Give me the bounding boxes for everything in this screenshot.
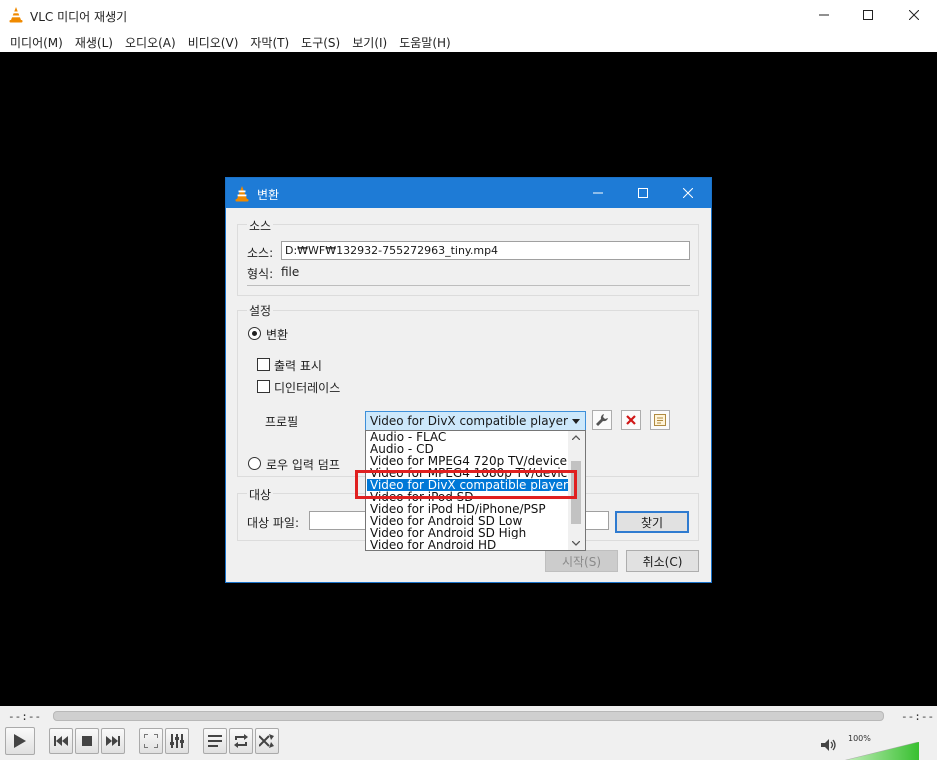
dropdown-item[interactable]: Video for Android SD Low bbox=[367, 515, 568, 527]
loop-button[interactable] bbox=[229, 728, 253, 754]
source-label: 소스: bbox=[247, 246, 274, 260]
browse-button[interactable]: 찾기 bbox=[615, 511, 689, 533]
window-titlebar: VLC 미디어 재생기 bbox=[0, 0, 937, 30]
equalizer-icon bbox=[170, 734, 184, 748]
dialog-close-button[interactable] bbox=[665, 178, 711, 208]
source-group-title: 소스 bbox=[247, 217, 274, 234]
menu-video[interactable]: 비디오(V) bbox=[182, 30, 245, 52]
menu-media[interactable]: 미디어(M) bbox=[4, 30, 69, 52]
menu-playback[interactable]: 재생(L) bbox=[69, 30, 119, 52]
dropdown-item[interactable]: Video for MPEG4 720p TV/device bbox=[367, 455, 568, 467]
extended-settings-button[interactable] bbox=[165, 728, 189, 754]
start-button[interactable]: 시작(S) bbox=[545, 550, 618, 572]
stop-button[interactable] bbox=[75, 728, 99, 754]
dropdown-item[interactable]: Video for Android HD bbox=[367, 539, 568, 551]
volume-slider[interactable] bbox=[843, 742, 919, 760]
destination-group-title: 대상 bbox=[247, 486, 274, 503]
dialog-titlebar: 변환 bbox=[226, 178, 711, 208]
dropdown-item[interactable]: Video for iPod HD/iPhone/PSP bbox=[367, 503, 568, 515]
menubar: 미디어(M) 재생(L) 오디오(A) 비디오(V) 자막(T) 도구(S) 보… bbox=[0, 30, 937, 52]
new-profile-button[interactable] bbox=[650, 410, 670, 430]
maximize-icon bbox=[638, 188, 648, 198]
profile-combobox[interactable]: Video for DivX compatible player bbox=[365, 411, 586, 431]
deinterlace-checkbox[interactable] bbox=[257, 380, 270, 393]
type-label: 형식: bbox=[247, 267, 274, 281]
stop-icon bbox=[82, 736, 92, 746]
window-title: VLC 미디어 재생기 bbox=[30, 10, 128, 24]
seek-slider[interactable] bbox=[53, 711, 884, 721]
shuffle-icon bbox=[259, 734, 274, 748]
show-output-checkbox[interactable] bbox=[257, 358, 270, 371]
raw-dump-label: 로우 입력 덤프 bbox=[266, 458, 340, 472]
new-profile-icon bbox=[654, 414, 666, 426]
menu-audio[interactable]: 오디오(A) bbox=[119, 30, 182, 52]
dialog-title: 변환 bbox=[257, 188, 280, 202]
convert-radio[interactable] bbox=[248, 327, 261, 340]
dropdown-item[interactable]: Video for Android SD High bbox=[367, 527, 568, 539]
close-button[interactable] bbox=[891, 0, 937, 30]
play-icon bbox=[14, 734, 26, 748]
previous-icon bbox=[54, 736, 68, 746]
time-total: --:-- bbox=[901, 710, 935, 723]
chevron-down-icon bbox=[572, 419, 580, 424]
menu-tools[interactable]: 도구(S) bbox=[295, 30, 346, 52]
cancel-button[interactable]: 취소(C) bbox=[626, 550, 699, 572]
settings-group-title: 설정 bbox=[247, 302, 274, 319]
next-button[interactable] bbox=[101, 728, 125, 754]
play-button[interactable] bbox=[5, 727, 35, 755]
fullscreen-icon bbox=[144, 734, 158, 748]
type-value: file bbox=[281, 265, 300, 279]
vlc-cone-icon bbox=[9, 7, 23, 26]
speaker-icon[interactable] bbox=[821, 739, 837, 754]
dropdown-item[interactable]: Audio - CD bbox=[367, 443, 568, 455]
delete-icon bbox=[626, 415, 636, 425]
dropdown-item[interactable]: Audio - FLAC bbox=[367, 431, 568, 443]
loop-icon bbox=[234, 734, 248, 748]
close-icon bbox=[683, 188, 693, 198]
vlc-cone-icon bbox=[235, 186, 249, 205]
menu-subtitle[interactable]: 자막(T) bbox=[244, 30, 295, 52]
playlist-button[interactable] bbox=[203, 728, 227, 754]
show-output-label: 출력 표시 bbox=[274, 359, 322, 373]
profile-selected-text: Video for DivX compatible player bbox=[370, 414, 568, 428]
profile-label: 프로필 bbox=[265, 415, 299, 429]
dialog-maximize-button[interactable] bbox=[620, 178, 666, 208]
convert-radio-label: 변환 bbox=[266, 328, 289, 342]
menu-view[interactable]: 보기(I) bbox=[346, 30, 393, 52]
delete-profile-button[interactable] bbox=[621, 410, 641, 430]
time-elapsed: --:-- bbox=[8, 710, 42, 723]
minimize-button[interactable] bbox=[801, 0, 847, 30]
maximize-button[interactable] bbox=[845, 0, 891, 30]
next-icon bbox=[106, 736, 120, 746]
menu-help[interactable]: 도움말(H) bbox=[393, 30, 457, 52]
dialog-minimize-button[interactable] bbox=[575, 178, 621, 208]
minimize-icon bbox=[819, 14, 829, 16]
edit-profile-button[interactable] bbox=[592, 410, 612, 430]
deinterlace-label: 디인터레이스 bbox=[274, 381, 341, 395]
raw-dump-radio[interactable] bbox=[248, 457, 261, 470]
wrench-icon bbox=[596, 414, 608, 426]
divider bbox=[247, 285, 690, 286]
chevron-up-icon[interactable] bbox=[572, 435, 580, 440]
minimize-icon bbox=[593, 192, 603, 194]
source-path-field[interactable]: D:₩WF₩132932-755272963_tiny.mp4 bbox=[281, 241, 690, 260]
close-icon bbox=[909, 10, 919, 20]
destination-file-label: 대상 파일: bbox=[247, 516, 300, 530]
chevron-down-icon[interactable] bbox=[572, 541, 580, 546]
annotation-highlight-box bbox=[355, 470, 577, 499]
playback-controls: --:-- --:-- 100% bbox=[0, 706, 937, 760]
maximize-icon bbox=[863, 10, 873, 20]
previous-button[interactable] bbox=[49, 728, 73, 754]
fullscreen-button[interactable] bbox=[139, 728, 163, 754]
playlist-icon bbox=[208, 735, 222, 747]
shuffle-button[interactable] bbox=[255, 728, 279, 754]
